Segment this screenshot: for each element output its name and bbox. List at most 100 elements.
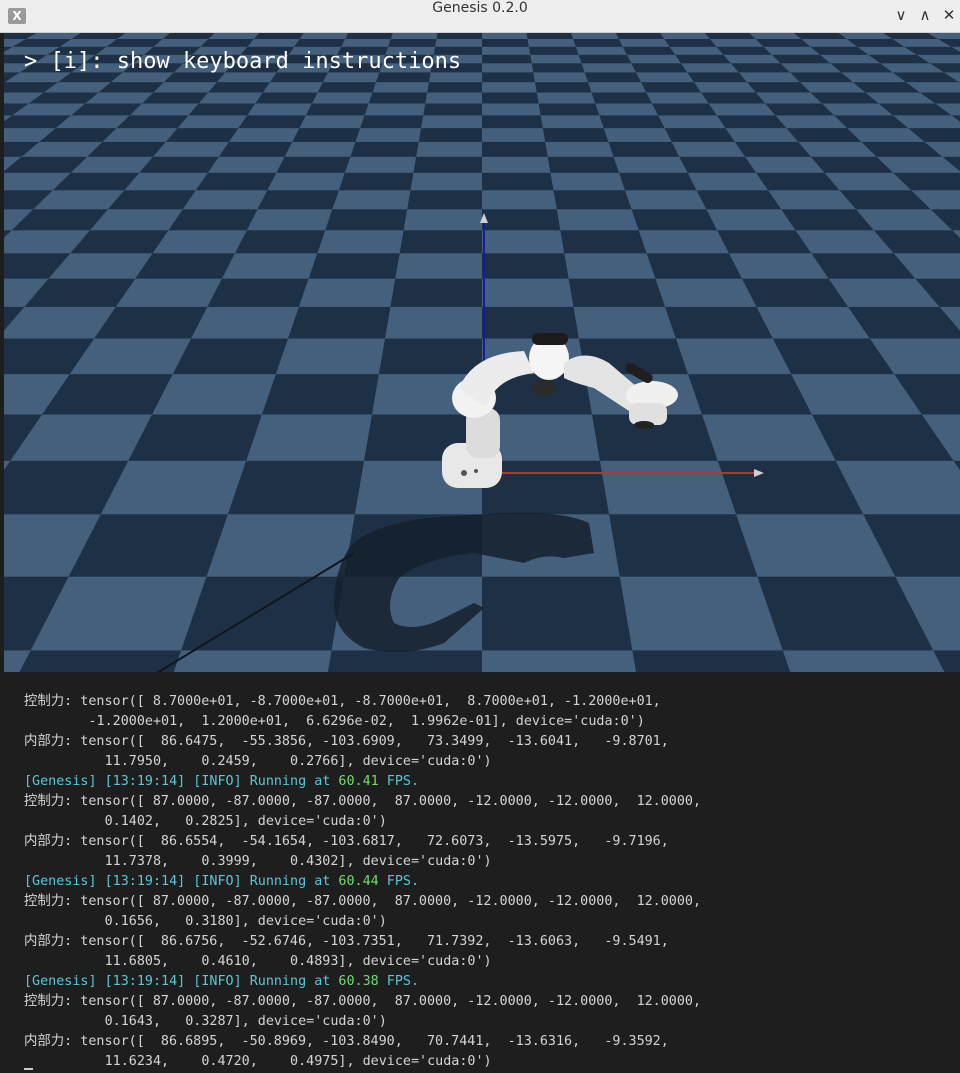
floor-tile (694, 82, 756, 93)
floor-tile (482, 82, 537, 93)
floor-tile (390, 33, 438, 39)
floor-tile (325, 209, 408, 231)
floor-tile (292, 128, 361, 142)
close-icon[interactable]: ✕ (939, 6, 959, 26)
floor-tile (738, 72, 800, 83)
floor-tile (595, 103, 659, 116)
floor-tile (427, 82, 482, 93)
floor-tile (482, 141, 548, 157)
robot-joint-ring (532, 333, 568, 345)
floor-tile (385, 306, 482, 339)
window-titlebar[interactable]: X Genesis 0.2.0 ∨ ∧ ✕ (0, 0, 960, 33)
floor-tile (696, 190, 782, 210)
floor-tile (482, 54, 532, 64)
floor-tile (556, 209, 639, 231)
fps-value: 60.38 (338, 974, 379, 989)
floor-tile (345, 33, 393, 39)
floor-tile (636, 72, 694, 83)
floor-tile (631, 63, 688, 73)
floor-tile (652, 103, 717, 116)
floor-tile (153, 82, 217, 93)
floor-tile (527, 39, 576, 47)
floor-tile (423, 103, 482, 116)
floor-tile (675, 54, 731, 64)
floor-tile (247, 103, 312, 116)
floor-tile (560, 230, 647, 254)
floor-tile (308, 253, 400, 279)
floor-tile (658, 115, 726, 129)
floor-tile (679, 156, 757, 173)
floor-tile (117, 33, 170, 39)
floor-tile (482, 576, 633, 651)
floor-tile (550, 172, 625, 191)
floor-tile (631, 209, 718, 231)
render-viewport[interactable]: > [i]: show keyboard instructions (4, 33, 960, 672)
terminal-output[interactable]: 控制力: tensor([ 8.7000e+01, -8.7000e+01, -… (0, 672, 960, 1073)
floor-tile (177, 115, 248, 129)
floor-tile (547, 156, 620, 173)
floor-tile (364, 103, 426, 116)
floor-tile (378, 338, 482, 375)
floor-tile (182, 190, 268, 210)
floor-tile (591, 92, 652, 104)
floor-tile (618, 39, 670, 47)
floor-tile (198, 92, 263, 104)
floor-tile (573, 39, 623, 47)
floor-tile (482, 103, 541, 116)
floor-tile (152, 230, 247, 254)
minimize-icon[interactable]: ∨ (891, 6, 911, 26)
floor-tile (418, 128, 482, 142)
floor-tile (603, 128, 672, 142)
fps-value: 60.41 (338, 774, 379, 789)
terminal-text-line: 0.1402, 0.2825], device='cuda:0') (24, 814, 387, 829)
floor-tile (208, 82, 270, 93)
floor-tile (671, 141, 746, 157)
terminal-cursor (24, 1068, 33, 1070)
floor-tile (142, 92, 209, 104)
floor-tile (254, 33, 304, 39)
log-suffix: FPS. (378, 874, 420, 889)
floor-tile (298, 278, 396, 307)
floor-tile (794, 33, 847, 39)
floor-tile (288, 306, 391, 339)
terminal-text-line: 0.1656, 0.3180], device='cuda:0') (24, 914, 387, 929)
floor-tile (482, 128, 546, 142)
robot-joint-cap (531, 380, 557, 396)
floor-tile (584, 72, 641, 83)
maximize-icon[interactable]: ∧ (915, 6, 935, 26)
floor-tile (531, 63, 585, 73)
floor-tile (482, 190, 557, 210)
floor-tile (482, 278, 574, 307)
floor-tile (568, 278, 666, 307)
floor-tile (276, 156, 351, 173)
terminal-text-line: 内部力: tensor([ 86.6475, -55.3856, -103.69… (24, 734, 669, 749)
floor-tile (609, 514, 758, 577)
floor-tile (625, 190, 707, 210)
floor-tile (153, 141, 230, 157)
terminal-text-line: 控制力: tensor([ 87.0000, -87.0000, -87.000… (24, 894, 702, 909)
floor-tile (413, 156, 482, 173)
floor-tile (687, 72, 747, 83)
log-suffix: FPS. (378, 974, 420, 989)
floor-tile (390, 278, 482, 307)
floor-tile (675, 338, 792, 375)
floor-tile (206, 514, 355, 577)
floor-tile (710, 39, 764, 47)
floor-tile (284, 141, 356, 157)
floor-tile (317, 230, 404, 254)
floor-tile (235, 230, 326, 254)
floor-tile (704, 33, 756, 39)
floor-tile (200, 39, 254, 47)
floor-tile (482, 650, 637, 672)
floor-tile (575, 46, 627, 55)
floor-tile (299, 33, 349, 39)
floor-tile (436, 33, 482, 39)
floor-tile (716, 115, 787, 129)
floor-tile (482, 156, 551, 173)
floor-tile (339, 172, 414, 191)
floor-tile (227, 460, 365, 515)
terminal-log-line: [Genesis] [13:19:14] [INFO] Running at 6… (24, 972, 701, 992)
terminal-text-line: -1.2000e+01, 1.2000e+01, 6.6296e-02, 1.9… (24, 714, 645, 729)
terminal-text-line: 控制力: tensor([ 8.7000e+01, -8.7000e+01, -… (24, 694, 661, 709)
floor-tile (641, 82, 702, 93)
